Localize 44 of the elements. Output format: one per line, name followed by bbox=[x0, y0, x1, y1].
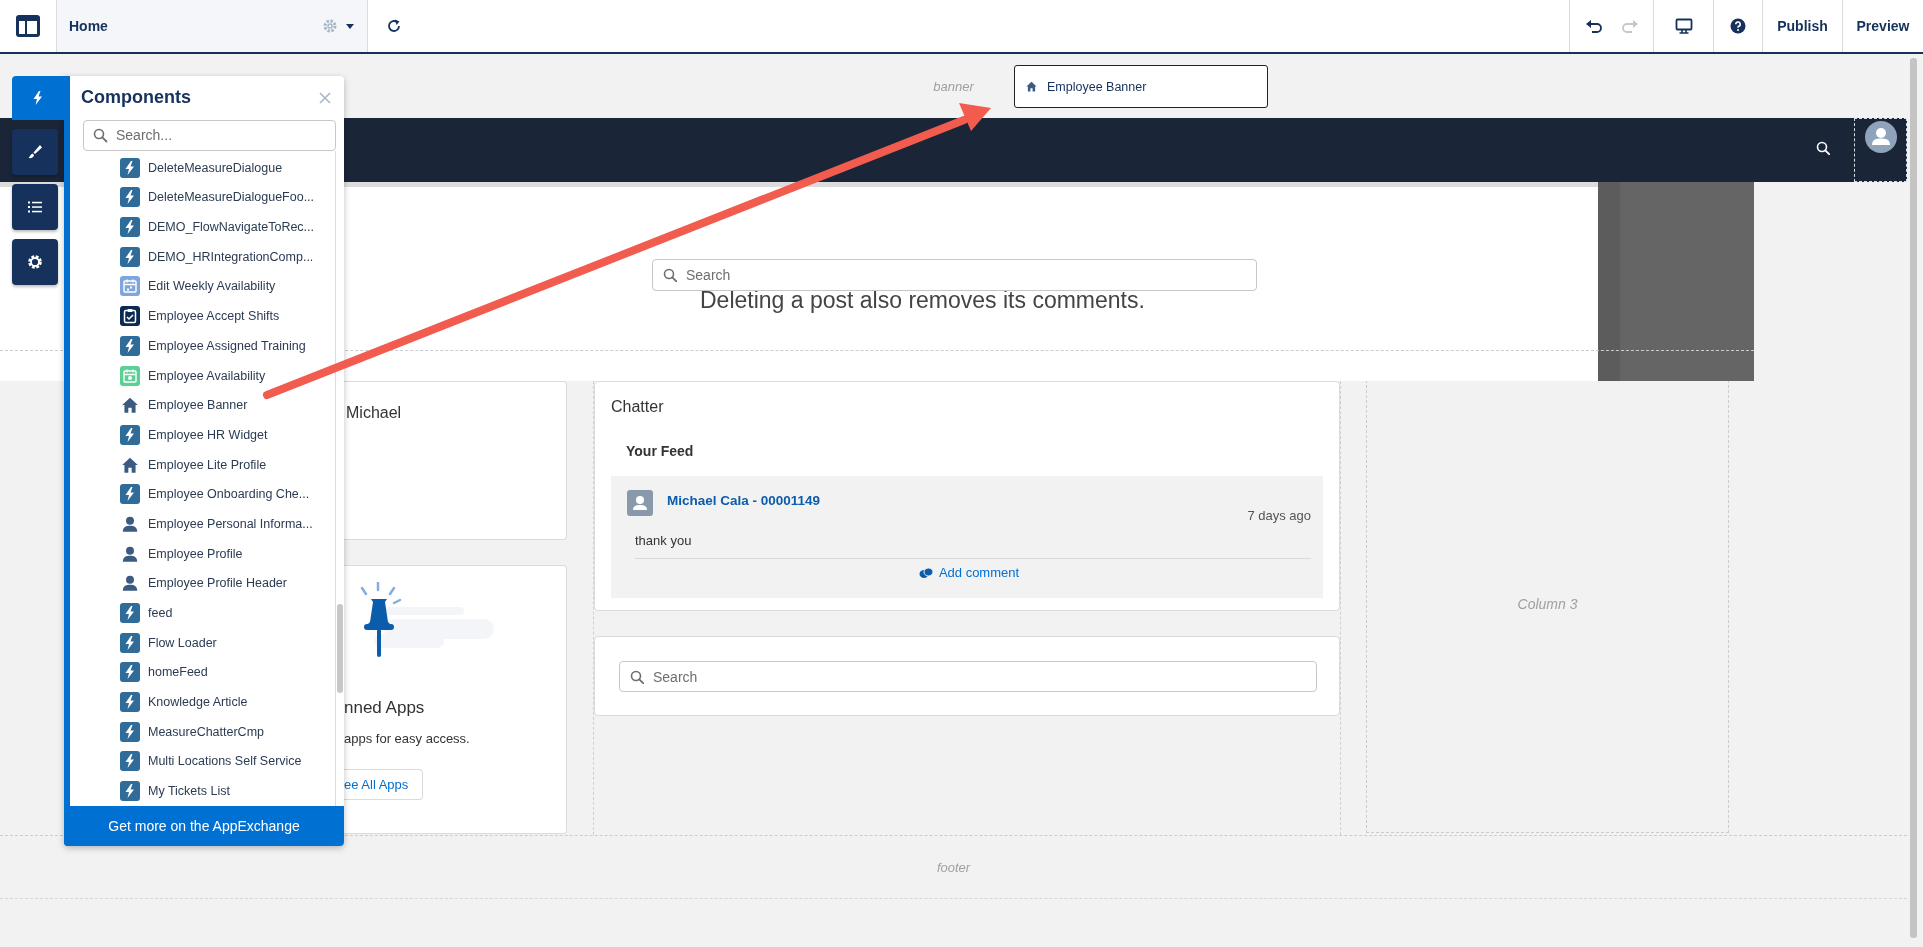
region-label: Column 3 bbox=[1517, 596, 1578, 612]
component-item[interactable]: Employee Profile bbox=[70, 538, 243, 569]
search-field[interactable]: Search bbox=[652, 259, 1257, 291]
region-label: banner bbox=[933, 78, 974, 94]
component-item[interactable]: homeFeed bbox=[70, 657, 208, 688]
component-item[interactable]: Flow Loader bbox=[70, 627, 217, 658]
page-selector[interactable]: Home bbox=[56, 0, 368, 52]
card-title: nned Apps bbox=[344, 698, 426, 718]
region-label: footer bbox=[936, 859, 971, 875]
component-item[interactable]: Employee Banner bbox=[70, 390, 248, 421]
component-item[interactable]: Employee Accept Shifts bbox=[70, 301, 280, 331]
component-item[interactable]: Employee Assigned Training bbox=[70, 331, 306, 361]
component-item[interactable]: Employee Lite Profile bbox=[70, 449, 267, 480]
component-item[interactable]: Employee Onboarding Che... bbox=[70, 479, 310, 510]
feed-title: Your Feed bbox=[626, 443, 695, 459]
component-item[interactable]: feed bbox=[70, 598, 173, 628]
component-item[interactable]: DeleteMeasureDialogue bbox=[70, 152, 283, 183]
component-item[interactable]: DEMO_FlowNavigateToRec... bbox=[70, 212, 315, 242]
component-item[interactable]: Employee Personal Informa... bbox=[70, 509, 313, 539]
card-text: apps for easy access. bbox=[344, 731, 471, 746]
card-title: Chatter bbox=[611, 398, 665, 416]
component-item[interactable]: DEMO_HRIntegrationComp... bbox=[70, 241, 314, 272]
component-item[interactable]: MeasureChatterCmp bbox=[70, 716, 264, 747]
author-link[interactable]: Michael Cala - 00001149 bbox=[667, 493, 821, 508]
search-field[interactable]: Search... bbox=[83, 119, 336, 151]
component-item[interactable]: Knowledge Article bbox=[70, 687, 248, 717]
toolbar-button[interactable]: Publish bbox=[1762, 0, 1842, 52]
component-item[interactable]: Employee Availability bbox=[70, 360, 266, 391]
component-item[interactable]: Employee HR Widget bbox=[70, 420, 268, 450]
toolbar-button[interactable]: Preview bbox=[1842, 0, 1923, 52]
post-time: 7 days ago bbox=[1247, 508, 1311, 523]
component-item[interactable]: Multi Locations Self Service bbox=[70, 746, 302, 777]
component-item[interactable]: Employee Profile Header bbox=[70, 568, 287, 599]
component-item[interactable]: My Tickets List bbox=[70, 776, 230, 806]
component-item[interactable]: Edit Weekly Availability bbox=[70, 271, 276, 302]
add-comment-link[interactable]: Add comment bbox=[918, 565, 1020, 580]
greeting: Michael bbox=[346, 404, 403, 422]
see-all-apps-button[interactable]: ee All Apps bbox=[344, 769, 424, 800]
component-item[interactable]: DeleteMeasureDialogueFoo... bbox=[70, 182, 315, 213]
drag-preview: Employee Banner bbox=[1014, 65, 1268, 108]
appexchange-button[interactable]: Get more on the AppExchange bbox=[64, 806, 344, 846]
panel-title: Components bbox=[81, 87, 191, 109]
post-text: thank you bbox=[635, 533, 693, 548]
search-field[interactable]: Search bbox=[619, 661, 1317, 692]
